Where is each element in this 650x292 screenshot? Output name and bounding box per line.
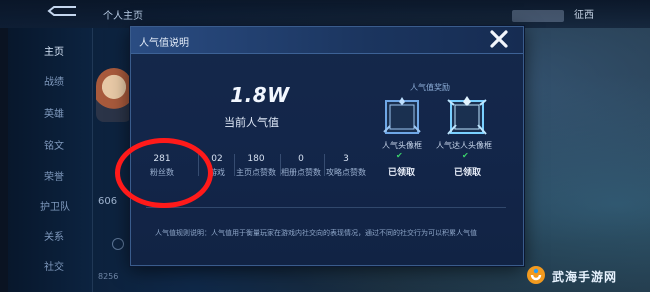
modal-header: 人气值说明 — [131, 27, 523, 54]
stat-value: 3 — [343, 154, 349, 164]
check-icon: ✔ — [462, 151, 469, 160]
red-highlight-circle — [115, 138, 213, 208]
back-arrow-icon[interactable] — [46, 4, 82, 18]
stat-value: 180 — [247, 154, 265, 164]
stat-label: 攻略点赞数 — [326, 168, 366, 177]
sidebar — [0, 28, 93, 292]
stat-label: 相册点赞数 — [281, 168, 321, 177]
reward-label-expert-frame: 人气达人头像框 — [436, 141, 492, 150]
sidebar-item-guard[interactable]: 护卫队 — [40, 198, 70, 213]
hero-avatar — [96, 68, 132, 122]
rank-badge — [512, 10, 564, 22]
background-small-number: 8256 — [98, 272, 119, 281]
reward-status: 已领取 — [454, 168, 482, 178]
sidebar-item-relations[interactable]: 关系 — [44, 228, 64, 243]
avatar-frame-icon — [383, 97, 421, 134]
modal-title: 人气值说明 — [139, 38, 189, 49]
sidebar-edge — [0, 28, 8, 292]
stat-home-likes: 180 主页点赞数 — [234, 148, 278, 182]
sidebar-item-inscriptions[interactable]: 铭文 — [44, 137, 64, 152]
popularity-value: 1.8W — [230, 83, 290, 107]
expert-avatar-frame-icon — [447, 96, 487, 135]
stat-label: 主页点赞数 — [236, 168, 276, 177]
rules-description: 人气值规则说明：人气值用于衡量玩家在游戏内社交向的表现情况，通过不同的社交行为可… — [155, 229, 477, 237]
sidebar-item-home[interactable]: 主页 — [0, 37, 92, 61]
background-dot-icon — [112, 238, 124, 250]
background-number: 606 — [98, 196, 118, 207]
stat-value: 0 — [298, 154, 304, 164]
popularity-label: 当前人气值 — [224, 116, 279, 129]
reward-label-frame: 人气头像框 — [382, 141, 422, 150]
sidebar-item-record[interactable]: 战绩 — [44, 73, 64, 88]
stat-album-likes: 0 相册点赞数 — [280, 148, 322, 182]
reward-heading: 人气值奖励 — [410, 83, 450, 92]
page-title: 个人主页 — [103, 11, 143, 22]
sidebar-item-social[interactable]: 社交 — [44, 258, 64, 273]
watermark-text: 武海手游网 — [552, 270, 618, 284]
modal-divider — [146, 207, 506, 208]
reward-status: 已领取 — [388, 168, 416, 178]
check-icon: ✔ — [396, 151, 403, 160]
sidebar-item-heroes[interactable]: 英雄 — [44, 105, 64, 120]
player-name: 征西 — [574, 10, 594, 21]
stat-guide-likes: 3 攻略点赞数 — [324, 148, 368, 182]
top-bar: 个人主页 征西 — [0, 0, 650, 28]
close-icon[interactable] — [488, 28, 510, 50]
sidebar-item-honor[interactable]: 荣誉 — [44, 168, 64, 183]
